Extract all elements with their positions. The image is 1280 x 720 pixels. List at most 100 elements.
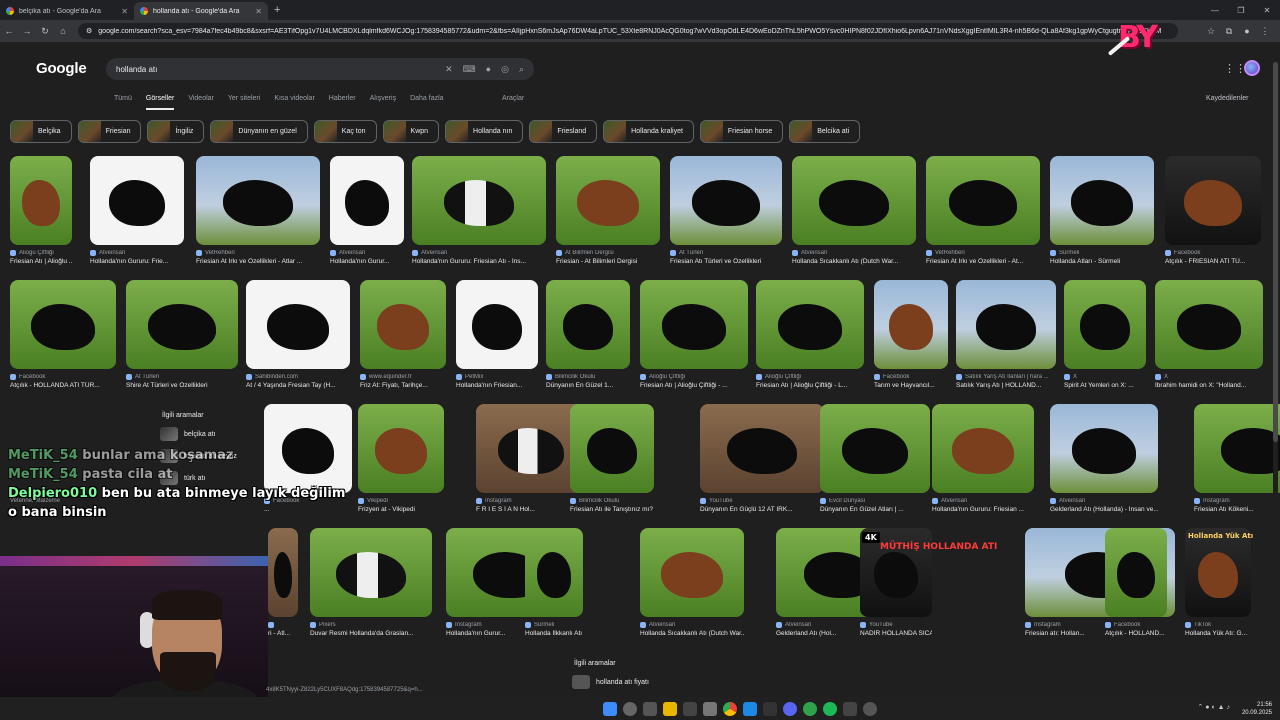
chip[interactable]: Kwpn bbox=[382, 120, 440, 143]
result-title[interactable]: Hollanda Sıcakkanlı Atı (Dutch War... bbox=[792, 258, 916, 265]
result-title[interactable]: Dünyanın En Güzel Atları | ... bbox=[820, 506, 930, 513]
result-title[interactable]: Friesian Atı | Alioğlu Çiftliği - L... bbox=[756, 382, 864, 389]
bookmark-star-icon[interactable]: ☆ bbox=[1202, 26, 1220, 37]
search-input[interactable]: hollanda atı bbox=[116, 65, 435, 74]
result-thumbnail[interactable] bbox=[1165, 156, 1261, 245]
close-tab-icon[interactable]: ✕ bbox=[121, 7, 128, 16]
result-title[interactable]: Duvar Resmi Hollanda'da Graslan... bbox=[310, 630, 432, 637]
result-thumbnail[interactable] bbox=[820, 404, 930, 493]
result-thumbnail[interactable] bbox=[360, 280, 446, 369]
result-thumbnail[interactable] bbox=[90, 156, 184, 245]
result-title[interactable]: Friesian Atı ile Tanıştınız mı? - Fri... bbox=[570, 506, 654, 513]
result-source[interactable]: YouTube bbox=[860, 622, 932, 628]
image-result[interactable]: Atveinsan Hollanda Sıcakkanlı Atı (Dutch … bbox=[640, 528, 744, 637]
tray-icons[interactable]: ⌃ ● ◐ ▲ ♪ bbox=[1197, 704, 1230, 712]
result-title[interactable]: Friesian Atı | Alioğlu Çiftliği - ... bbox=[640, 382, 748, 389]
image-result[interactable]: Sahibinden.com At / 4 Yaşında Fresian Tay… bbox=[246, 280, 350, 389]
result-thumbnail[interactable] bbox=[1050, 156, 1154, 245]
result-title[interactable]: Frizyen at - Vikipedi bbox=[358, 506, 444, 513]
result-source[interactable]: www.equinder.fr bbox=[360, 374, 446, 380]
result-thumbnail[interactable] bbox=[792, 156, 916, 245]
result-source[interactable]: Facebook bbox=[10, 374, 116, 380]
image-result[interactable]: YouTube Dünyanın En Güçlü 12 AT IRK... bbox=[700, 404, 824, 513]
image-result[interactable]: Sürmeli Hollanda İlkkanlı Atı - Sürmeli bbox=[525, 528, 583, 637]
nav-tab-videos[interactable]: Videolar bbox=[188, 95, 214, 110]
chip[interactable]: Dünyanın en güzel bbox=[210, 120, 308, 143]
image-result[interactable]: www.equinder.fr Friz At: Fiyatı, Tarihçe.… bbox=[360, 280, 446, 389]
result-title[interactable]: Hollanda'nın Gurur... bbox=[330, 258, 404, 265]
image-result[interactable]: VetRehberi Friesian At Irkı ve Özellikler… bbox=[926, 156, 1040, 265]
result-thumbnail[interactable] bbox=[10, 280, 116, 369]
start-icon[interactable] bbox=[603, 701, 617, 716]
result-thumbnail[interactable] bbox=[196, 156, 320, 245]
tools-button[interactable]: Araçlar bbox=[502, 95, 524, 102]
nav-tab-news[interactable]: Haberler bbox=[329, 95, 356, 110]
result-thumbnail[interactable] bbox=[10, 156, 72, 245]
image-result[interactable]: Atveinsan Hollanda'nın Gurur... bbox=[330, 156, 404, 265]
result-source[interactable]: At Türleri bbox=[126, 374, 238, 380]
result-title[interactable]: Hollanda Sıcakkanlı Atı (Dutch War... bbox=[640, 630, 744, 637]
result-source[interactable]: Atveinsan bbox=[932, 498, 1034, 504]
close-window-icon[interactable]: ✕ bbox=[1254, 6, 1280, 15]
chip[interactable]: Friesian horse bbox=[699, 120, 784, 143]
result-source[interactable]: Facebook bbox=[1105, 622, 1167, 628]
result-source[interactable]: At Türleri bbox=[670, 250, 782, 256]
chip[interactable]: Friesian bbox=[77, 120, 142, 143]
result-source[interactable]: Alioğlu Çiftliği bbox=[756, 374, 864, 380]
result-source[interactable]: Pixers bbox=[310, 622, 432, 628]
result-source[interactable]: Atveinsan bbox=[330, 250, 404, 256]
image-result[interactable]: Facebook Atçılık - FRIESIAN ATI TÜ... bbox=[1165, 156, 1261, 265]
result-source[interactable]: Atveinsan bbox=[412, 250, 546, 256]
nav-tab-places[interactable]: Yer siteleri bbox=[228, 95, 260, 110]
app-icon[interactable] bbox=[843, 701, 857, 716]
image-result[interactable]: Atveinsan Hollanda Sıcakkanlı Atı (Dutch … bbox=[792, 156, 916, 265]
chip[interactable]: Hollanda nın bbox=[445, 120, 524, 143]
result-source[interactable]: TikTok bbox=[1185, 622, 1251, 628]
result-title[interactable]: NADİR HOLLANDA SICAK KANLI ATINI KI... bbox=[860, 630, 932, 637]
clock-date[interactable]: 20.09.2025 bbox=[1242, 709, 1272, 717]
clock-time[interactable]: 21:56 bbox=[1242, 701, 1272, 709]
address-bar[interactable]: ⚙ google.com/search?sca_esv=7984a7fec4b4… bbox=[78, 23, 1178, 39]
image-result[interactable]: Atveinsan Hollanda'nın Gururu: Friesian A… bbox=[412, 156, 546, 265]
site-info-icon[interactable]: ⚙ bbox=[86, 27, 92, 35]
result-thumbnail[interactable] bbox=[1185, 528, 1251, 617]
result-thumbnail[interactable] bbox=[1105, 528, 1167, 617]
result-source[interactable]: Vikipedi bbox=[358, 498, 444, 504]
image-result[interactable]: Bilimcilik Okulu Friesian Atı ile Tanıştı… bbox=[570, 404, 654, 513]
result-source[interactable]: Bilimcilik Okulu bbox=[546, 374, 630, 380]
nav-tab-all[interactable]: Tümü bbox=[114, 95, 132, 110]
app-icon[interactable] bbox=[703, 701, 717, 716]
image-result[interactable]: VetRehberi Friesian At Irkı ve Özellikler… bbox=[196, 156, 320, 265]
app-icon[interactable] bbox=[763, 701, 777, 716]
result-thumbnail[interactable] bbox=[246, 280, 350, 369]
nav-tab-more[interactable]: Daha fazla bbox=[410, 95, 443, 110]
result-title[interactable]: Tarım ve Hayvancıl... bbox=[874, 382, 948, 389]
image-result[interactable]: Bilimcilik Okulu Dünyanın En Güzel 1... bbox=[546, 280, 630, 389]
image-result[interactable]: PetMix Hollanda'nın Friesian... bbox=[456, 280, 538, 389]
chrome-icon[interactable] bbox=[723, 701, 737, 716]
scrollbar-thumb[interactable] bbox=[1273, 62, 1278, 442]
result-title[interactable]: Friesian Atı Kökeni... bbox=[1194, 506, 1280, 513]
related-item[interactable]: belçika atı bbox=[160, 427, 254, 441]
image-result[interactable]: Vikipedi Frizyen at - Vikipedi bbox=[358, 404, 444, 513]
result-thumbnail[interactable] bbox=[546, 280, 630, 369]
forward-icon[interactable]: → bbox=[18, 26, 36, 36]
search-box[interactable]: hollanda atı ✕ ⌨ ● ◎ ⌕ bbox=[106, 58, 534, 80]
image-result[interactable]: Atveinsan Hollanda'nın Gururu: Frie... bbox=[90, 156, 184, 265]
result-thumbnail[interactable] bbox=[556, 156, 660, 245]
result-source[interactable]: Facebook bbox=[1165, 250, 1261, 256]
image-result[interactable]: Facebook Tarım ve Hayvancıl... bbox=[874, 280, 948, 389]
result-title[interactable]: Hollanda Atları - Sürmeli bbox=[1050, 258, 1154, 265]
result-thumbnail[interactable] bbox=[956, 280, 1056, 369]
image-result[interactable]: Atveinsan Hollanda'nın Gururu: Friesian .… bbox=[932, 404, 1034, 513]
result-source[interactable]: Atveinsan bbox=[1050, 498, 1158, 504]
result-title[interactable]: Atçılık - HOLLAND... bbox=[1105, 630, 1167, 637]
keyboard-icon[interactable]: ⌨ bbox=[463, 64, 476, 75]
discord-icon[interactable] bbox=[783, 701, 797, 716]
result-thumbnail[interactable] bbox=[268, 528, 298, 617]
result-title[interactable]: Hollanda'nın Gururu: Friesian Atı - İns.… bbox=[412, 258, 546, 265]
image-result[interactable]: TikTok Hollanda Yük Atı: G... bbox=[1185, 528, 1251, 637]
result-source[interactable]: Sahibinden.com bbox=[246, 374, 350, 380]
tab-belcika[interactable]: belçika atı - Google'da Ara ✕ bbox=[0, 2, 134, 20]
chip[interactable]: Belcika ati bbox=[789, 120, 861, 143]
